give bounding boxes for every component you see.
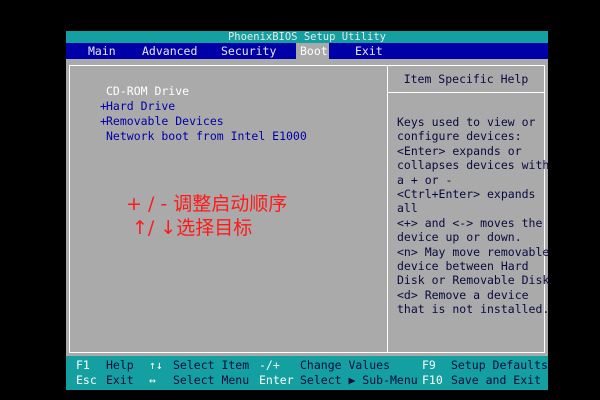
- help-line: <Enter> expands or: [397, 143, 522, 158]
- menu-exit[interactable]: Exit: [351, 43, 387, 59]
- help-line: <d> Remove a device: [397, 287, 529, 302]
- boot-item-cdrom[interactable]: CD-ROM Drive: [100, 84, 307, 99]
- menu-security[interactable]: Security: [217, 43, 280, 59]
- key-enter[interactable]: Enter: [259, 373, 294, 388]
- help-line: Disk or Removable Disk: [397, 273, 550, 288]
- key-left-right-desc: Select Menu: [173, 373, 250, 387]
- help-title: Item Specific Help: [403, 72, 529, 86]
- boot-item-hard-drive[interactable]: +Hard Drive: [100, 99, 307, 114]
- help-line: <Ctrl+Enter> expands: [397, 187, 536, 202]
- help-line: Keys used to view or: [397, 115, 536, 129]
- key-esc[interactable]: Esc: [76, 373, 97, 388]
- help-line: that is not installed.: [397, 302, 550, 317]
- annotation-adjust-order: + / - 调整启动顺序: [126, 193, 288, 215]
- help-text: Keys used to view or configure devices: …: [397, 115, 550, 317]
- key-f1[interactable]: F1: [76, 358, 90, 373]
- key-f9[interactable]: F9: [422, 358, 436, 373]
- key-f10[interactable]: F10: [422, 373, 443, 388]
- boot-item-label: CD-ROM Drive: [106, 84, 190, 98]
- key-esc-desc: Exit: [106, 373, 134, 387]
- boot-order-list: CD-ROM Drive +Hard Drive +Removable Devi…: [100, 84, 307, 144]
- help-line: configure devices:: [397, 129, 522, 144]
- key-minus-plus-desc: Change Values: [300, 358, 391, 372]
- help-line: all: [397, 201, 418, 216]
- help-line: collapses devices with: [397, 158, 550, 173]
- key-up-down-desc: Select Item: [173, 358, 250, 372]
- key-left-right-icon[interactable]: ↔: [149, 373, 156, 388]
- menu-bar: Main Advanced Security Boot Exit: [66, 43, 548, 59]
- annotation-select-target: ↑/ ↓选择目标: [132, 217, 253, 239]
- menu-boot[interactable]: Boot: [296, 43, 329, 59]
- key-minus-plus[interactable]: -/+: [259, 358, 280, 373]
- key-up-down-icon[interactable]: ↑↓: [149, 358, 163, 373]
- help-line: device between Hard: [397, 259, 529, 274]
- help-divider: [388, 92, 544, 93]
- key-f10-desc: Save and Exit: [451, 373, 542, 387]
- key-f1-desc: Help: [106, 358, 134, 372]
- menu-advanced[interactable]: Advanced: [138, 43, 201, 59]
- key-help-bar: F1 Help ↑↓ Select Item -/+ Change Values…: [66, 356, 548, 390]
- boot-item-removable-devices[interactable]: +Removable Devices: [100, 114, 307, 129]
- boot-item-label: Removable Devices: [106, 114, 224, 128]
- key-enter-desc: Select ▶ Sub-Menu: [300, 373, 418, 387]
- boot-item-label: Network boot from Intel E1000: [106, 129, 307, 143]
- help-line: <n> May move removable: [397, 244, 550, 259]
- menu-main[interactable]: Main: [84, 43, 120, 59]
- boot-item-network[interactable]: Network boot from Intel E1000: [100, 129, 307, 144]
- window-title: PhoenixBIOS Setup Utility: [66, 31, 548, 43]
- help-line: a + or -: [397, 172, 453, 187]
- bios-screen: PhoenixBIOS Setup Utility Main Advanced …: [66, 31, 550, 390]
- help-line: device up or down.: [397, 230, 522, 245]
- help-line: <+> and <-> moves the: [397, 215, 543, 230]
- key-f9-desc: Setup Defaults: [451, 358, 548, 372]
- boot-item-label: Hard Drive: [106, 99, 176, 113]
